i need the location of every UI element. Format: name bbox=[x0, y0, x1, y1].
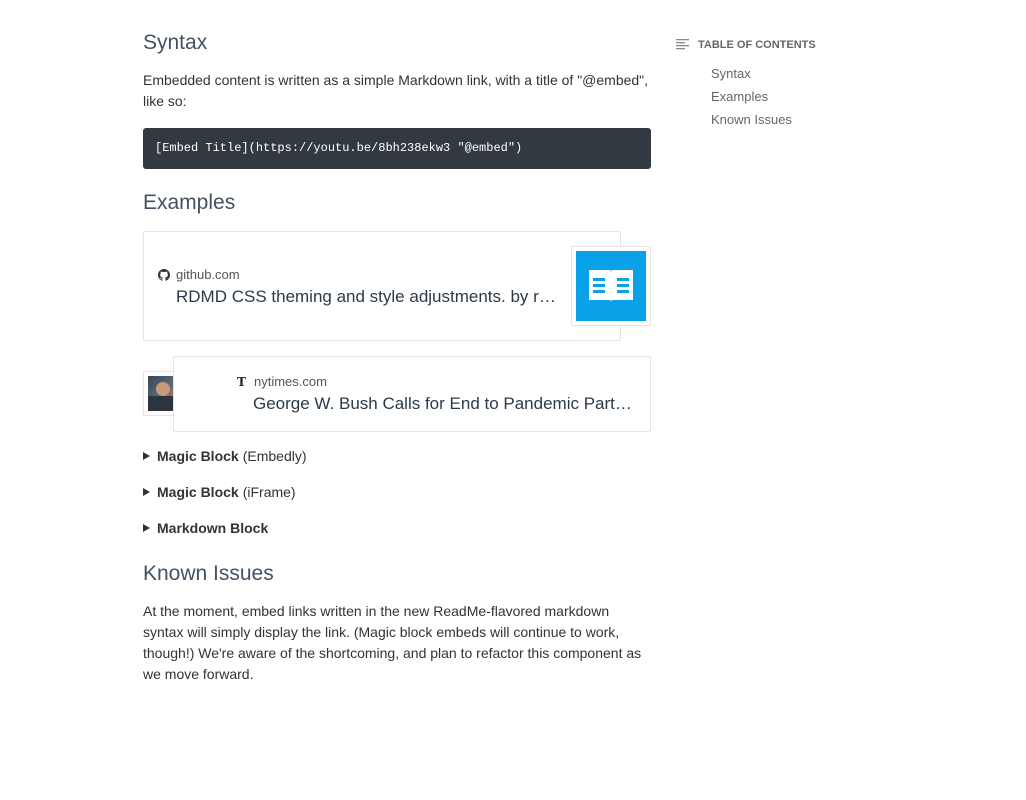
embed-meta: github.com bbox=[158, 267, 240, 282]
embed-card-github[interactable]: github.com RDMD CSS theming and style ad… bbox=[143, 231, 621, 341]
embed-meta: T nytimes.com bbox=[236, 374, 327, 389]
embed-title[interactable]: George W. Bush Calls for End to Pandemic… bbox=[253, 394, 633, 414]
syntax-heading: Syntax bbox=[143, 31, 208, 54]
nyt-icon: T bbox=[236, 376, 248, 388]
toc-header: TABLE OF CONTENTS bbox=[676, 36, 876, 54]
known-issues-body: At the moment, embed links written in th… bbox=[143, 603, 642, 682]
embed-title[interactable]: RDMD CSS theming and style adjustments. … bbox=[176, 287, 560, 307]
syntax-intro: Embedded content is written as a simple … bbox=[143, 72, 649, 109]
triangle-right-icon bbox=[143, 452, 150, 460]
code-block: [Embed Title](https://youtu.be/8bh238ekw… bbox=[143, 128, 651, 169]
details-magic-block-iframe[interactable]: Magic Block (iFrame) bbox=[143, 484, 296, 500]
github-icon bbox=[158, 268, 170, 281]
embed-card-nytimes[interactable]: T nytimes.com George W. Bush Calls for E… bbox=[173, 356, 651, 432]
details-suffix: (Embedly) bbox=[242, 448, 307, 464]
details-suffix: (iFrame) bbox=[242, 484, 296, 500]
toc-title: TABLE OF CONTENTS bbox=[698, 39, 816, 51]
svg-text:T: T bbox=[237, 376, 246, 388]
toc-item-examples[interactable]: Examples bbox=[711, 89, 768, 104]
details-magic-block-embedly[interactable]: Magic Block (Embedly) bbox=[143, 448, 307, 464]
book-icon bbox=[576, 251, 646, 321]
embed-thumbnail[interactable] bbox=[571, 246, 651, 326]
embed-domain: nytimes.com bbox=[254, 374, 327, 389]
embed-domain: github.com bbox=[176, 267, 240, 282]
triangle-right-icon bbox=[143, 524, 150, 532]
table-of-contents: TABLE OF CONTENTS Syntax Examples Known … bbox=[676, 36, 876, 127]
toc-item-syntax[interactable]: Syntax bbox=[711, 66, 751, 81]
toc-item-known-issues[interactable]: Known Issues bbox=[711, 112, 792, 127]
page: Syntax Embedded content is written as a … bbox=[0, 0, 1026, 800]
known-issues-heading: Known Issues bbox=[143, 562, 274, 585]
details-label: Magic Block bbox=[157, 484, 239, 500]
details-label: Magic Block bbox=[157, 448, 239, 464]
examples-heading: Examples bbox=[143, 191, 236, 214]
triangle-right-icon bbox=[143, 488, 150, 496]
details-markdown-block[interactable]: Markdown Block bbox=[143, 520, 268, 536]
details-label: Markdown Block bbox=[157, 520, 269, 536]
list-icon bbox=[676, 39, 690, 51]
